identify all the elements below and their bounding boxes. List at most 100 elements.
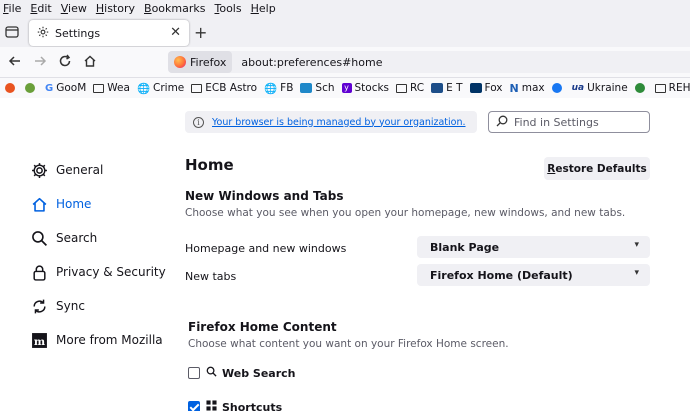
new-windows-desc: Choose what you see when you open your h… [185,207,626,219]
svg-text:m: m [33,334,44,347]
folder-icon [93,83,105,93]
reload-icon[interactable] [57,54,73,70]
shortcuts-icon [206,400,217,411]
restore-defaults-button[interactable]: Restore Defaults [544,157,650,180]
shortcuts-checkbox[interactable] [188,401,200,411]
sidebar-item-label: More from Mozilla [56,333,163,347]
sidebar-item-sync[interactable]: Sync [30,289,166,323]
bookmarks-bar: G GooM Wea 🌐 Crime ECB Astro 🌐 FB Sch y Stoc… [0,78,690,98]
url-text[interactable]: about:preferences#home [241,56,382,69]
sidebar-item-more-from-mozilla[interactable]: m More from Mozilla [30,323,166,357]
fox-news-icon [469,83,482,93]
back-icon[interactable] [7,54,23,70]
sidebar-item-search[interactable]: Search [30,221,166,255]
search-input[interactable]: Find in Settings [488,111,650,133]
bookmark-facebook[interactable] [551,83,565,93]
ubuntu-icon [5,83,15,93]
menu-history[interactable]: History [96,2,135,15]
home-content-desc: Choose what content you want on your Fir… [188,338,509,350]
menu-help[interactable]: Help [251,2,276,15]
identity-box[interactable]: Firefox [168,51,233,73]
tab-strip: Settings ✕ + [0,17,690,47]
bookmark-stocks[interactable]: y Stocks [341,82,389,94]
web-search-checkbox-row[interactable]: Web Search [188,366,296,380]
sidebar-item-label: Privacy & Security [56,265,166,279]
web-search-label: Web Search [222,366,296,380]
facebook-icon [551,83,562,93]
tab-settings[interactable]: Settings ✕ [29,20,189,46]
sidebar-item-label: General [56,163,104,177]
menu-edit[interactable]: Edit [30,2,51,15]
bookmark-crime[interactable]: 🌐 Crime [137,82,184,95]
preferences-content: i Your browser is being managed by your … [0,98,690,411]
bookmark-rehab[interactable]: REHAB [654,82,690,94]
search-placeholder: Find in Settings [514,115,599,129]
bookmark-green[interactable] [25,83,38,93]
menubar: File Edit View History Bookmarks Tools H… [0,0,690,17]
schwab-icon [300,83,313,93]
firefox-icon [174,56,186,68]
bookmark-rc[interactable]: RC [396,82,424,94]
bookmark-ubuntu[interactable] [5,83,18,93]
folder-icon [396,83,408,93]
bookmark-goom[interactable]: G GooM [45,82,86,94]
bookmark-green-globe[interactable] [634,83,648,93]
menu-file[interactable]: File [3,2,21,15]
sidebar-item-label: Sync [56,299,85,313]
folder-icon [654,83,666,93]
green-globe-icon [634,83,645,93]
web-search-checkbox[interactable] [188,367,200,379]
chevron-down-icon: ▾ [634,268,639,278]
close-icon[interactable]: ✕ [170,25,181,40]
bookmark-sch[interactable]: Sch [300,82,335,94]
policy-link[interactable]: Your browser is being managed by your or… [212,117,466,128]
menu-view[interactable]: View [61,2,87,15]
home-icon[interactable] [82,54,98,70]
bookmark-ecb-astro[interactable]: ECB Astro [191,82,257,94]
bookmark-fox[interactable]: Fox [469,82,503,94]
tab-list-icon[interactable] [5,25,19,39]
newtabs-select[interactable]: Firefox Home (Default) ▾ [417,264,650,286]
forward-icon[interactable] [32,54,48,70]
new-tab-icon[interactable]: + [194,23,207,42]
sync-icon [30,297,48,315]
homepage-label: Homepage and new windows [185,242,347,255]
menu-bookmarks[interactable]: Bookmarks [144,2,205,15]
globe-icon: 🌐 [264,82,278,95]
home-content-title: Firefox Home Content [188,320,337,334]
sidebar-item-general[interactable]: General [30,153,166,187]
sidebar-item-home[interactable]: Home [30,187,166,221]
lock-icon [30,263,48,281]
bookmark-et[interactable]: E T [431,82,463,94]
menu-tools[interactable]: Tools [214,2,241,15]
policy-banner: i Your browser is being managed by your … [185,111,477,133]
bookmark-fb[interactable]: 🌐 FB [264,82,293,95]
category-sidebar: General Home Search Privacy & Security S… [30,153,166,357]
green-circle-icon [25,83,35,93]
folder-icon [191,83,203,93]
url-bar[interactable]: Firefox about:preferences#home [168,51,690,73]
n-icon: N [509,81,519,95]
mozilla-icon: m [30,331,48,349]
sidebar-item-privacy[interactable]: Privacy & Security [30,255,166,289]
newtabs-value: Firefox Home (Default) [430,268,573,282]
bookmark-max[interactable]: Nmax [510,82,545,95]
et-icon [431,83,444,93]
search-icon [496,115,508,130]
home-icon [30,195,48,213]
shortcuts-checkbox-row[interactable]: Shortcuts [188,400,282,411]
info-icon: i [193,116,204,128]
tab-title: Settings [55,26,101,40]
shortcuts-label: Shortcuts [222,400,283,411]
page-title: Home [185,156,234,174]
chevron-down-icon: ▾ [634,240,639,250]
yahoo-icon: y [341,83,352,93]
ua-icon: ua [571,83,585,93]
homepage-select[interactable]: Blank Page ▾ [417,236,650,258]
globe-icon: 🌐 [136,82,151,95]
bookmark-ukraine[interactable]: ua Ukraine [572,82,628,94]
sidebar-item-label: Search [56,231,98,245]
identity-label: Firefox [190,55,227,69]
bookmark-wea[interactable]: Wea [93,82,130,94]
gear-icon [30,161,48,179]
